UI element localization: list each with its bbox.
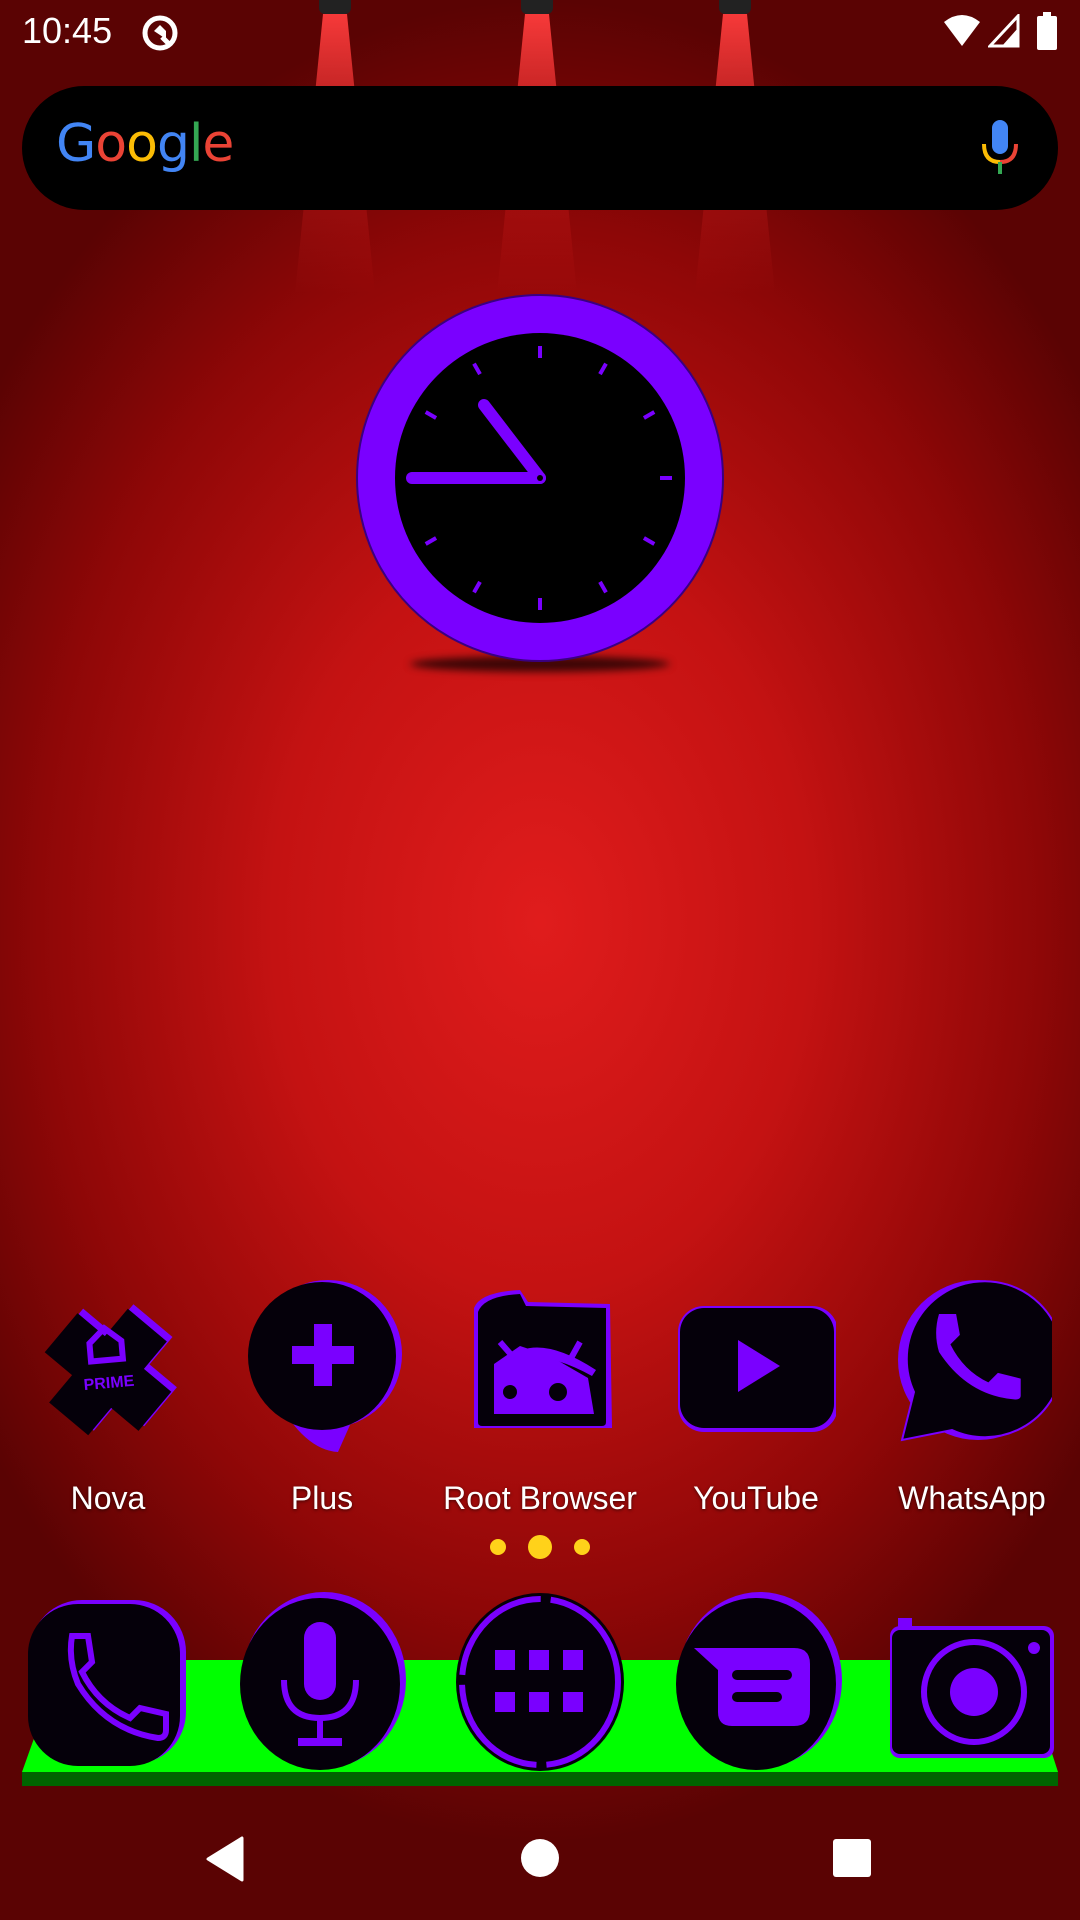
at-sign-icon — [142, 15, 178, 51]
dock-messages[interactable] — [672, 1592, 842, 1772]
mic-icon[interactable] — [980, 118, 1020, 178]
app-label: YouTube — [693, 1480, 819, 1516]
app-whatsapp[interactable]: WhatsApp — [872, 1280, 1072, 1520]
home-button[interactable] — [520, 1838, 560, 1878]
back-button[interactable] — [204, 1836, 246, 1882]
grid-icon — [456, 1593, 624, 1771]
message-icon — [676, 1592, 842, 1770]
nova-prime-icon: PRIME — [44, 1304, 177, 1436]
analog-clock-widget[interactable] — [355, 293, 725, 663]
logo-letter: g — [156, 114, 190, 174]
logo-letter: l — [188, 114, 203, 174]
dock-app-drawer[interactable] — [455, 1592, 625, 1772]
status-bar: 10:45 — [0, 0, 1080, 64]
page-dot-active[interactable] — [528, 1535, 552, 1559]
app-plus[interactable]: Plus — [222, 1280, 422, 1520]
wifi-icon — [944, 15, 980, 46]
recents-button[interactable] — [832, 1838, 872, 1878]
whatsapp-phone-icon — [898, 1280, 1052, 1442]
clock-center — [537, 475, 543, 481]
google-search-bar[interactable]: Google — [22, 86, 1058, 210]
logo-letter: e — [202, 114, 234, 174]
battery-icon — [1037, 12, 1057, 50]
navigation-bar — [0, 1820, 1080, 1920]
page-indicator — [480, 1535, 600, 1559]
page-dot[interactable] — [490, 1539, 506, 1555]
phone-icon — [28, 1600, 186, 1766]
logo-letter: G — [56, 114, 96, 174]
google-logo: Google — [56, 114, 234, 174]
app-label: Plus — [290, 1480, 354, 1516]
dock-voice-search[interactable] — [236, 1592, 406, 1772]
root-browser-folder-icon — [474, 1290, 612, 1428]
app-label: Root Browser — [443, 1480, 637, 1516]
app-root-browser[interactable]: Root Browser — [440, 1280, 640, 1520]
camera-icon — [890, 1618, 1054, 1758]
status-time: 10:45 — [22, 10, 113, 51]
page-dot[interactable] — [574, 1539, 590, 1555]
dock-camera[interactable] — [886, 1592, 1056, 1772]
dock-phone[interactable] — [26, 1592, 196, 1772]
mic-icon — [240, 1592, 406, 1770]
youtube-play-icon — [678, 1306, 836, 1432]
app-nova[interactable]: PRIME Nova — [8, 1280, 208, 1520]
app-label: Nova — [70, 1480, 146, 1516]
app-label: WhatsApp — [898, 1480, 1046, 1516]
app-youtube[interactable]: YouTube — [656, 1280, 856, 1520]
logo-letter: o — [126, 114, 158, 174]
logo-letter: o — [95, 114, 127, 174]
signal-icon — [988, 14, 1020, 48]
plus-chat-icon — [248, 1280, 402, 1452]
